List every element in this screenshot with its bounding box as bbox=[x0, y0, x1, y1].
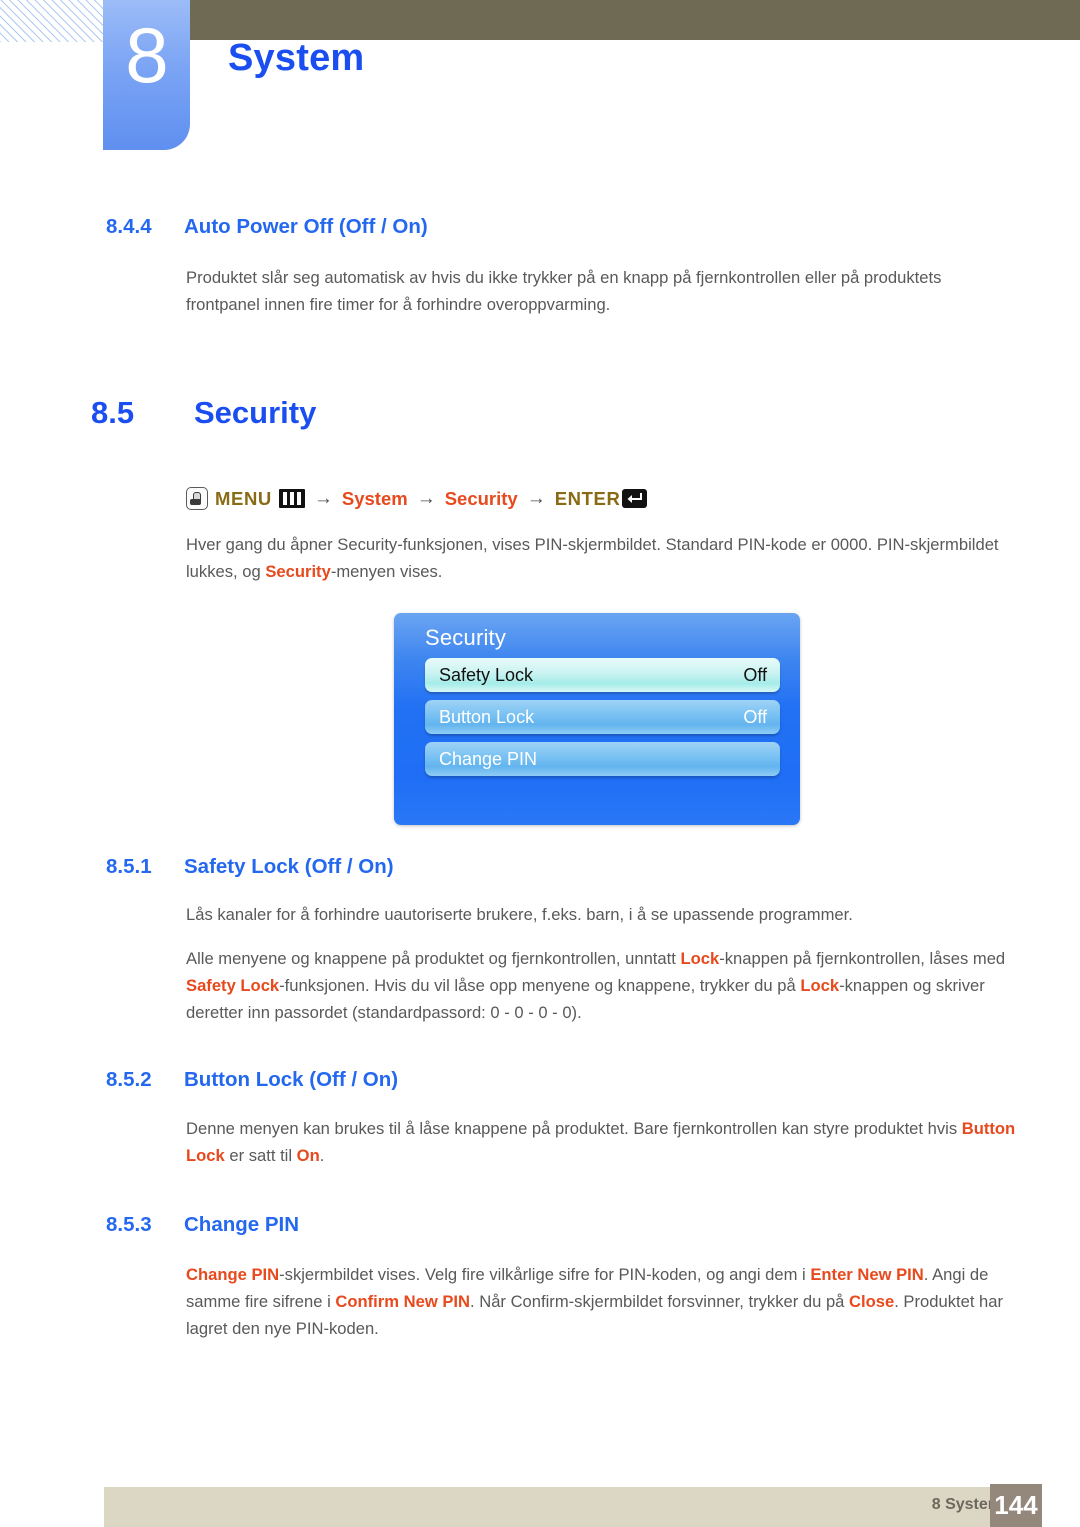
touch-button-icon bbox=[186, 487, 208, 510]
osd-row-button-lock[interactable]: Button Lock Off bbox=[425, 700, 780, 734]
osd-security-menu: Security Safety Lock Off Button Lock Off… bbox=[394, 613, 800, 825]
heading-8-5-1-title: Safety Lock (Off / On) bbox=[184, 855, 394, 878]
heading-8-5-2: 8.5.2 Button Lock (Off / On) bbox=[106, 1068, 398, 1092]
menu-navigation-path: MENU → System → Security → ENTER bbox=[186, 487, 648, 510]
paragraph-8-4-4: Produktet slår seg automatisk av hvis du… bbox=[186, 268, 942, 314]
osd-row-list: Safety Lock Off Button Lock Off Change P… bbox=[394, 651, 800, 776]
paragraph-8-5: Hver gang du åpner Security-funksjonen, … bbox=[186, 532, 1001, 586]
heading-8-5-1-number: 8.5.1 bbox=[106, 855, 152, 878]
text-run: -skjermbildet vises. Velg fire vilkårlig… bbox=[279, 1265, 811, 1284]
osd-title: Security bbox=[425, 625, 507, 650]
emphasis-confirm-new-pin: Confirm New PIN bbox=[335, 1291, 470, 1311]
menu-bars-icon bbox=[278, 489, 305, 508]
heading-8-5: 8.5 Security bbox=[91, 395, 316, 431]
emphasis-lock-2: Lock bbox=[800, 975, 840, 995]
menu-path-item-security: Security bbox=[444, 487, 518, 509]
chapter-number-tab: 8 bbox=[103, 0, 190, 150]
path-arrow-2: → bbox=[416, 487, 436, 509]
osd-row-label: Safety Lock bbox=[439, 664, 534, 685]
heading-8-5-3-title: Change PIN bbox=[184, 1213, 300, 1236]
emphasis-lock-1: Lock bbox=[680, 949, 720, 968]
heading-8-5-3-number: 8.5.3 bbox=[106, 1213, 152, 1236]
emphasis-change-pin: Change PIN bbox=[186, 1265, 280, 1284]
menu-label: MENU bbox=[215, 487, 272, 509]
text-run: -knappen på fjernkontrollen, låses med bbox=[719, 949, 1006, 968]
heading-8-5-number: 8.5 bbox=[91, 395, 135, 430]
osd-row-change-pin[interactable]: Change PIN bbox=[425, 742, 780, 776]
enter-label: ENTER bbox=[554, 487, 621, 509]
emphasis-security: Security bbox=[265, 561, 331, 581]
osd-row-value: Off bbox=[743, 664, 767, 685]
paragraph-8-5-1-first: Lås kanaler for å forhindre uautoriserte… bbox=[186, 905, 853, 924]
heading-8-5-2-title: Button Lock (Off / On) bbox=[184, 1068, 399, 1091]
text-run: er satt til bbox=[224, 1145, 297, 1165]
heading-8-4-4: 8.4.4 Auto Power Off (Off / On) bbox=[106, 215, 428, 239]
footer-band bbox=[104, 1487, 1042, 1527]
text-run: . bbox=[319, 1145, 325, 1165]
text-run: Alle menyene og knappene på produktet og… bbox=[186, 949, 681, 968]
paragraph-8-5-1-second: Alle menyene og knappene på produktet og… bbox=[186, 946, 1016, 1027]
emphasis-close: Close bbox=[849, 1291, 895, 1311]
paragraph-8-5-3: Change PIN-skjermbildet vises. Velg fire… bbox=[186, 1262, 1016, 1343]
heading-8-5-2-number: 8.5.2 bbox=[106, 1068, 152, 1091]
heading-8-5-title: Security bbox=[194, 395, 317, 430]
osd-row-label: Change PIN bbox=[439, 748, 538, 769]
path-arrow-3: → bbox=[526, 487, 546, 509]
osd-row-label: Button Lock bbox=[439, 706, 535, 727]
text-run: Denne menyen kan brukes til å låse knapp… bbox=[186, 1119, 962, 1138]
paragraph-8-5-2: Denne menyen kan brukes til å låse knapp… bbox=[186, 1116, 1016, 1170]
heading-8-4-4-title: Auto Power Off (Off / On) bbox=[184, 215, 428, 238]
header-olive-bar bbox=[190, 0, 1080, 40]
paragraph-8-5-suffix: -menyen vises. bbox=[330, 561, 443, 581]
chapter-title: System bbox=[228, 37, 365, 79]
menu-path-item-system: System bbox=[341, 487, 408, 509]
path-arrow-1: → bbox=[313, 487, 333, 509]
chapter-number: 8 bbox=[125, 11, 168, 99]
heading-8-5-1: 8.5.1 Safety Lock (Off / On) bbox=[106, 855, 394, 879]
heading-8-5-3: 8.5.3 Change PIN bbox=[106, 1213, 299, 1237]
decorative-hatch-pattern bbox=[0, 0, 103, 42]
emphasis-on: On bbox=[296, 1145, 320, 1165]
footer-page-number: 144 bbox=[990, 1484, 1042, 1527]
text-run: -funksjonen. Hvis du vil låse opp menyen… bbox=[279, 975, 801, 995]
osd-row-value: Off bbox=[743, 706, 767, 727]
emphasis-safety-lock: Safety Lock bbox=[186, 975, 280, 995]
emphasis-enter-new-pin: Enter New PIN bbox=[810, 1265, 924, 1284]
enter-return-icon bbox=[622, 489, 648, 508]
osd-row-safety-lock[interactable]: Safety Lock Off bbox=[425, 658, 780, 692]
heading-8-4-4-number: 8.4.4 bbox=[106, 215, 152, 238]
text-run: . Når Confirm-skjermbildet forsvinner, t… bbox=[470, 1291, 850, 1311]
